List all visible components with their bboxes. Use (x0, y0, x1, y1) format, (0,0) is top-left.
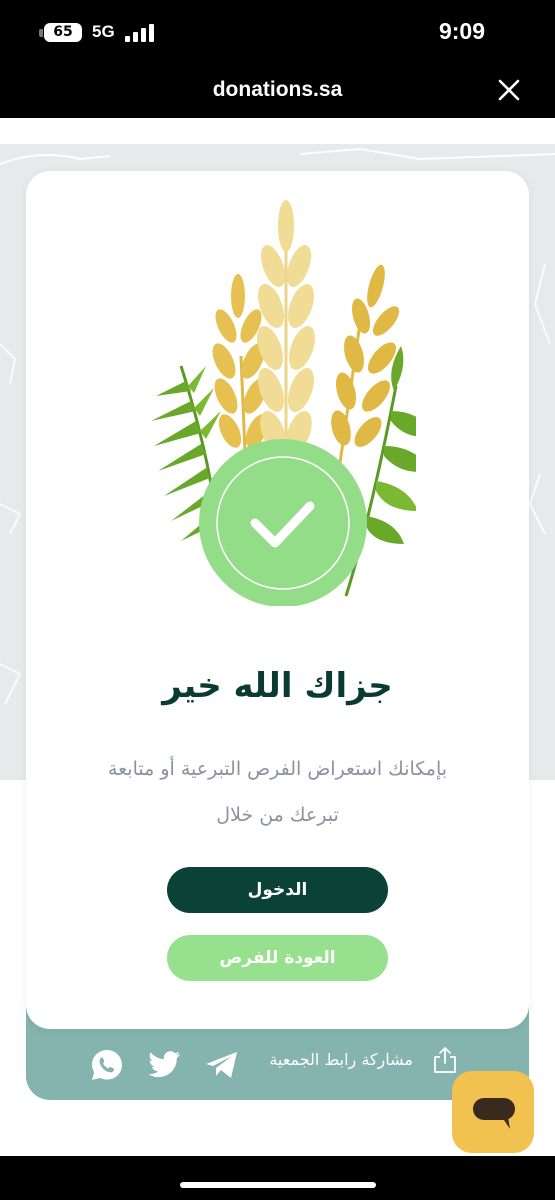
whatsapp-icon[interactable] (90, 1048, 124, 1082)
url-text[interactable]: donations.sa (0, 78, 555, 102)
wheat-head-right (331, 264, 400, 447)
network-type: 5G (92, 22, 115, 41)
telegram-icon[interactable] (205, 1050, 239, 1080)
thank-you-title: جزاك الله خير (162, 666, 393, 706)
signal-icon (125, 24, 154, 42)
message-line-1: بإمكانك استعراض الفرص التبرعية أو متابعة (107, 758, 448, 780)
battery-indicator: 65 (44, 23, 82, 42)
thank-you-message: بإمكانك استعراض الفرص التبرعية أو متابعة… (56, 746, 499, 838)
home-bar (0, 1156, 555, 1200)
share-link-label[interactable]: مشاركة رابط الجمعية (269, 1050, 413, 1069)
home-indicator[interactable] (180, 1182, 376, 1188)
message-line-2: تبرعك من خلال (216, 804, 339, 826)
close-icon[interactable] (497, 78, 521, 102)
share-icon[interactable] (432, 1046, 458, 1074)
check-badge (199, 439, 367, 606)
battery-cap (39, 29, 43, 37)
chat-button[interactable] (452, 1071, 534, 1153)
chat-bubble-icon (473, 1098, 515, 1129)
status-bar: 65 5G 9:09 (0, 0, 555, 64)
twitter-icon[interactable] (149, 1050, 181, 1078)
thank-you-card: جزاك الله خير بإمكانك استعراض الفرص التب… (26, 171, 529, 1029)
wheat-check-illustration (151, 200, 416, 606)
back-to-opportunities-button[interactable]: العودة للفرص (167, 935, 388, 981)
clock: 9:09 (438, 18, 485, 44)
browser-url-bar: donations.sa (0, 64, 555, 118)
login-button[interactable]: الدخول (167, 867, 388, 913)
